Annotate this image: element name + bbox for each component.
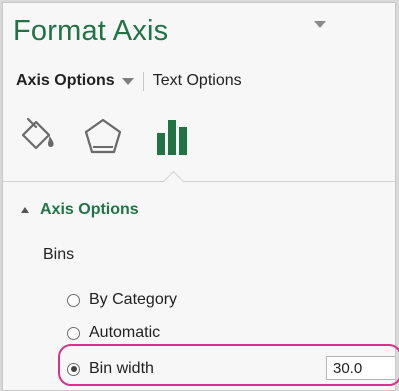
radio-button-selected[interactable] bbox=[67, 362, 80, 376]
chevron-down-icon[interactable] bbox=[121, 78, 134, 85]
section-divider bbox=[3, 181, 395, 182]
bar-chart-icon[interactable] bbox=[153, 115, 193, 164]
radio-button[interactable] bbox=[67, 326, 80, 340]
paint-bucket-icon[interactable] bbox=[19, 117, 59, 162]
axis-options-section-toggle[interactable]: Axis Options bbox=[21, 201, 139, 219]
radio-by-category[interactable]: By Category bbox=[67, 289, 177, 311]
bin-width-input[interactable] bbox=[326, 356, 395, 380]
bins-label: Bins bbox=[43, 246, 75, 263]
collapse-triangle-icon bbox=[21, 207, 29, 213]
tab-divider bbox=[142, 71, 144, 91]
active-tab-pointer bbox=[162, 170, 185, 193]
tab-axis-options[interactable]: Axis Options bbox=[16, 72, 115, 90]
radio-label: Bin width bbox=[89, 360, 154, 377]
pentagon-effects-icon[interactable] bbox=[83, 117, 123, 162]
window-frame: Format Axis Axis Options Text Options Ax… bbox=[0, 0, 399, 391]
format-axis-pane: Format Axis Axis Options Text Options Ax… bbox=[2, 2, 396, 391]
pane-title: Format Axis bbox=[13, 15, 169, 47]
tab-text-options[interactable]: Text Options bbox=[153, 72, 242, 90]
radio-label: Automatic bbox=[89, 324, 161, 341]
radio-label: By Category bbox=[89, 291, 178, 308]
pane-options-dropdown-icon[interactable] bbox=[314, 21, 326, 28]
radio-automatic[interactable]: Automatic bbox=[67, 322, 160, 344]
options-tabbar: Axis Options Text Options bbox=[16, 71, 242, 91]
radio-bin-width[interactable]: Bin width bbox=[67, 358, 154, 380]
section-title: Axis Options bbox=[40, 201, 139, 218]
category-icon-row bbox=[3, 113, 395, 171]
radio-button[interactable] bbox=[67, 293, 80, 307]
